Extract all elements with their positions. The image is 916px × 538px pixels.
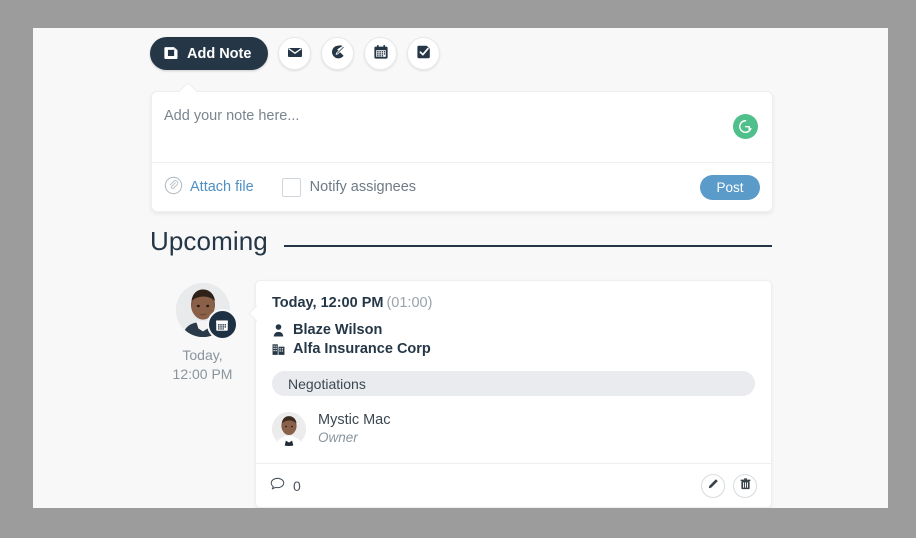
page-title: Upcoming	[150, 226, 268, 257]
activity-contact-name: Blaze Wilson	[293, 321, 382, 339]
note-composer-footer: Attach file Notify assignees Post	[152, 162, 772, 211]
comment-bubble-icon	[270, 477, 285, 494]
owner-details: Mystic Mac Owner	[318, 411, 391, 447]
app-canvas: Add Note	[33, 28, 888, 508]
composer-pointer	[179, 83, 197, 92]
avatar	[176, 283, 230, 337]
timeline-entry: Today, 12:00 PM Today, 12:00 PM(01:00)	[150, 280, 772, 508]
section-divider	[284, 245, 772, 247]
email-action-button[interactable]	[278, 37, 311, 70]
activity-company-row[interactable]: Alfa Insurance Corp	[272, 340, 755, 358]
trash-icon	[740, 478, 751, 493]
activity-card-footer: 0	[256, 463, 771, 507]
sticky-note-icon	[164, 46, 179, 61]
calendar-icon	[373, 44, 389, 63]
activity-owner: Mystic Mac Owner	[272, 411, 755, 447]
activity-datetime: Today, 12:00 PM(01:00)	[272, 295, 755, 311]
activity-card-body: Today, 12:00 PM(01:00) Blaze Wilson	[256, 281, 771, 463]
activity-contact-row[interactable]: Blaze Wilson	[272, 321, 755, 339]
note-input[interactable]	[164, 108, 754, 124]
pencil-icon	[707, 478, 719, 493]
note-composer-body	[152, 92, 772, 162]
timeline-time-line1: Today,	[173, 346, 233, 365]
owner-role: Owner	[318, 429, 391, 447]
owner-name: Mystic Mac	[318, 411, 391, 429]
timeline-time-line2: 12:00 PM	[173, 365, 233, 384]
upcoming-section-header: Upcoming	[150, 226, 772, 257]
notify-assignees-toggle[interactable]: Notify assignees	[282, 178, 416, 197]
note-composer: Attach file Notify assignees Post	[151, 91, 773, 212]
pen-edit-icon	[330, 44, 346, 63]
card-pointer	[248, 304, 257, 322]
activity-company-name: Alfa Insurance Corp	[293, 340, 431, 358]
person-icon	[272, 324, 285, 337]
comment-count: 0	[293, 478, 301, 494]
add-note-button[interactable]: Add Note	[150, 37, 268, 70]
envelope-icon	[287, 44, 303, 63]
edit-activity-button[interactable]	[701, 474, 725, 498]
status-badge[interactable]: Negotiations	[272, 371, 755, 396]
activity-datetime-text: Today, 12:00 PM	[272, 295, 383, 311]
log-activity-action-button[interactable]	[321, 37, 354, 70]
delete-activity-button[interactable]	[733, 474, 757, 498]
notify-assignees-checkbox[interactable]	[282, 178, 301, 197]
comment-count-button[interactable]: 0	[270, 477, 301, 494]
stage-label: Negotiations	[288, 376, 366, 392]
activity-action-bar: Add Note	[150, 37, 440, 70]
owner-avatar	[272, 412, 306, 446]
activity-duration: (01:00)	[386, 295, 432, 311]
post-button[interactable]: Post	[700, 175, 760, 200]
paperclip-icon	[164, 176, 183, 199]
grammarly-icon[interactable]	[733, 114, 758, 139]
card-actions	[701, 474, 757, 498]
attach-file-label: Attach file	[190, 179, 254, 195]
activity-card: Today, 12:00 PM(01:00) Blaze Wilson	[255, 280, 772, 508]
notify-assignees-label: Notify assignees	[310, 179, 416, 195]
add-note-label: Add Note	[187, 46, 251, 62]
timeline-gutter: Today, 12:00 PM	[150, 280, 255, 508]
building-icon	[272, 343, 285, 356]
check-square-icon	[416, 44, 432, 63]
task-action-button[interactable]	[407, 37, 440, 70]
attach-file-button[interactable]: Attach file	[164, 176, 254, 199]
calendar-icon	[207, 309, 238, 340]
meeting-action-button[interactable]	[364, 37, 397, 70]
timeline-time: Today, 12:00 PM	[173, 346, 233, 384]
